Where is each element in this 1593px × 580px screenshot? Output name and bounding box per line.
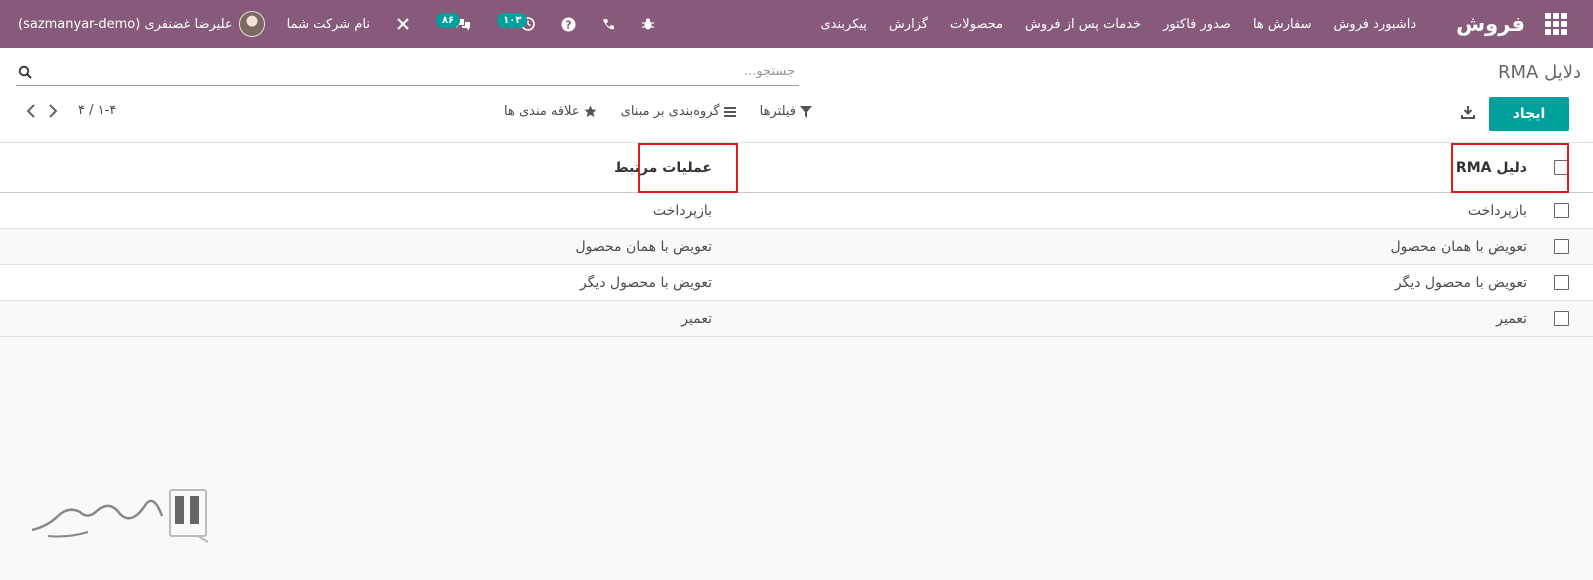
filters-label: فیلترها [759, 104, 797, 119]
cell-rma-reason: بازپرداخت [1467, 202, 1527, 219]
table-header: دلیل RMA عملیات مرتبط [0, 143, 1593, 193]
search-bar [16, 58, 799, 86]
column-header-operation[interactable]: عملیات مرتبط [0, 160, 726, 176]
row-check-cell [1541, 203, 1581, 218]
activity-badge: ۱۰۳ [497, 12, 528, 28]
menu-item-configuration[interactable]: پیکربندی [820, 17, 866, 32]
table-row[interactable]: تعمیر تعمیر [0, 301, 1593, 337]
cell-operation: تعویض با محصول دیگر [579, 274, 712, 291]
select-all-cell [1541, 160, 1581, 175]
download-icon[interactable] [1461, 105, 1475, 119]
user-name: علیرضا غضنفری (sazmanyar-demo) [18, 16, 233, 32]
create-button[interactable]: ایجاد [1489, 97, 1569, 131]
search-options: فیلترها گروه‌بندی بر مبنای علاقه مندی ها [480, 104, 813, 119]
row-checkbox[interactable] [1553, 203, 1569, 218]
cell-operation: تعویض با همان محصول [575, 238, 712, 255]
table-row[interactable]: تعویض با محصول دیگر تعویض با محصول دیگر [0, 265, 1593, 301]
activity-button[interactable]: ۱۰۳ [497, 12, 536, 36]
menu-item-invoicing[interactable]: صدور فاکتور [1163, 17, 1231, 32]
messages-button[interactable]: ۸۶ [435, 12, 471, 36]
filter-icon [800, 105, 813, 118]
list-icon [723, 106, 736, 117]
select-all-checkbox[interactable] [1553, 160, 1569, 175]
group-by-button[interactable]: گروه‌بندی بر مبنای [621, 104, 736, 119]
tools-icon[interactable] [396, 17, 410, 31]
filters-button[interactable]: فیلترها [759, 104, 813, 119]
breadcrumb: دلایل RMA [1497, 62, 1581, 83]
row-check-cell [1541, 239, 1581, 254]
watermark-logo [31, 489, 209, 543]
svg-text:?: ? [566, 18, 572, 31]
help-icon[interactable]: ? [561, 17, 576, 32]
menu-item-sales-dashboard[interactable]: داشبورد فروش [1333, 17, 1416, 32]
cell-operation: تعمیر [681, 310, 712, 327]
table-row[interactable]: تعویض با همان محصول تعویض با همان محصول [0, 229, 1593, 265]
search-input[interactable] [32, 58, 799, 85]
row-checkbox[interactable] [1553, 311, 1569, 326]
pager: ۱-۴ / ۴ [26, 103, 116, 118]
row-check-cell [1541, 311, 1581, 326]
chevron-left-icon[interactable] [26, 103, 36, 118]
menu-item-orders[interactable]: سفارش ها [1253, 17, 1312, 32]
menu-item-reporting[interactable]: گزارش [889, 17, 928, 32]
control-panel: دلایل RMA ایجاد فیلترها گروه‌بندی بر مبن… [0, 48, 1593, 143]
user-menu[interactable]: علیرضا غضنفری (sazmanyar-demo) [18, 11, 265, 37]
company-switcher[interactable]: نام شرکت شما [287, 17, 370, 32]
star-icon [584, 105, 597, 117]
main-menu: داشبورد فروش سفارش ها صدور فاکتور خدمات … [798, 17, 1416, 32]
cell-rma-reason: تعویض با همان محصول [1390, 238, 1527, 255]
row-checkbox[interactable] [1553, 275, 1569, 290]
menu-item-after-sales[interactable]: خدمات پس از فروش [1025, 17, 1141, 32]
systray: ? ۱۰۳ ۸۶ نام شرکت شما علیرضا غضنفری (saz… [0, 11, 655, 37]
favorites-label: علاقه مندی ها [504, 104, 580, 119]
group-by-label: گروه‌بندی بر مبنای [620, 104, 720, 119]
menu-item-products[interactable]: محصولات [950, 17, 1003, 32]
cell-operation: بازپرداخت [652, 202, 712, 219]
column-header-rma-reason[interactable]: دلیل RMA [726, 160, 1541, 176]
pager-value[interactable]: ۱-۴ / ۴ [78, 103, 116, 118]
message-badge: ۸۶ [435, 12, 461, 28]
search-icon[interactable] [18, 65, 32, 79]
favorites-button[interactable]: علاقه مندی ها [504, 104, 597, 119]
row-check-cell [1541, 275, 1581, 290]
row-checkbox[interactable] [1553, 239, 1569, 254]
app-brand[interactable]: فروش [1456, 12, 1525, 36]
top-navbar: فروش داشبورد فروش سفارش ها صدور فاکتور خ… [0, 0, 1593, 48]
avatar [238, 11, 265, 37]
table-row[interactable]: بازپرداخت بازپرداخت [0, 193, 1593, 229]
apps-grid-icon[interactable] [1545, 13, 1567, 35]
list-view: دلیل RMA عملیات مرتبط بازپرداخت بازپرداخ… [0, 143, 1593, 337]
cell-rma-reason: تعویض با محصول دیگر [1394, 274, 1527, 291]
cell-rma-reason: تعمیر [1496, 310, 1527, 327]
bug-icon[interactable] [641, 17, 655, 31]
chevron-right-icon[interactable] [48, 103, 58, 118]
phone-icon[interactable] [602, 18, 615, 31]
